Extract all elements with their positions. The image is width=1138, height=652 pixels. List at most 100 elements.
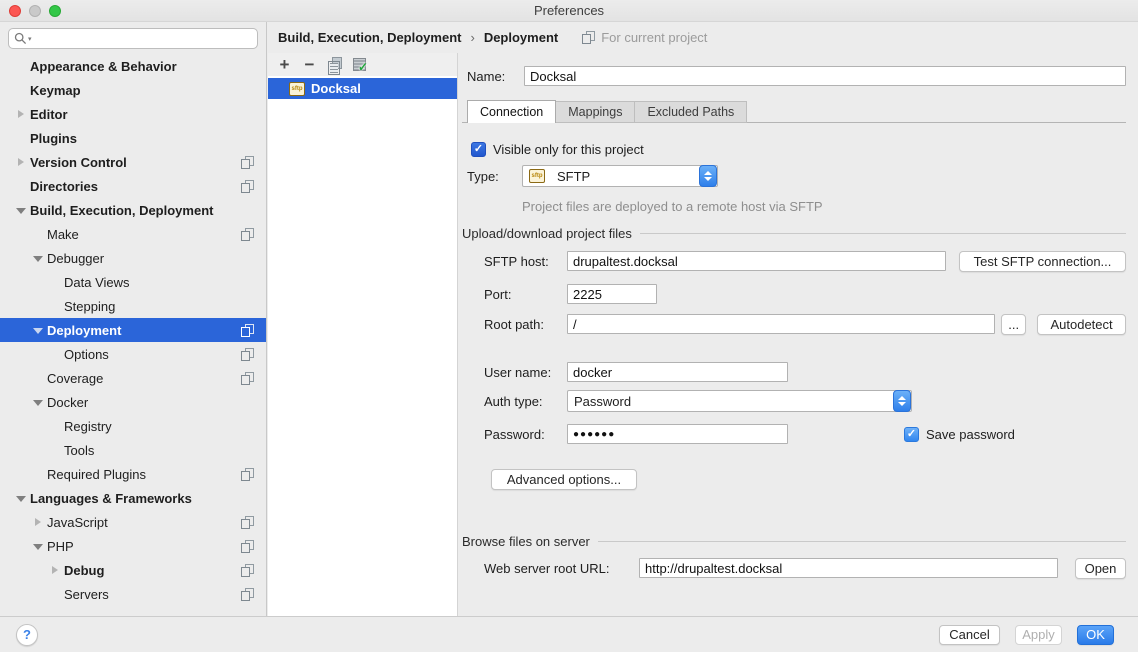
sidebar-item-label: Keymap [30, 83, 81, 98]
breadcrumb-parent[interactable]: Build, Execution, Deployment [278, 30, 461, 45]
sidebar-item-appearance-behavior[interactable]: Appearance & Behavior [0, 54, 266, 78]
advanced-options-button[interactable]: Advanced options... [491, 469, 637, 490]
tree-arrow-icon[interactable] [12, 54, 30, 78]
help-button[interactable]: ? [16, 624, 38, 646]
sidebar-item-javascript[interactable]: JavaScript [0, 510, 266, 534]
web-root-input[interactable] [639, 558, 1058, 578]
name-input[interactable] [524, 66, 1126, 86]
password-input[interactable] [567, 424, 788, 444]
sidebar-item-build-execution-deployment[interactable]: Build, Execution, Deployment [0, 198, 266, 222]
scope-label: For current project [601, 30, 707, 45]
tree-arrow-icon[interactable] [12, 174, 30, 198]
tree-arrow-icon[interactable] [29, 510, 47, 534]
shared-settings-icon [241, 468, 254, 481]
server-list: sftp Docksal [268, 78, 457, 99]
port-input[interactable] [567, 284, 657, 304]
type-hint: Project files are deployed to a remote h… [522, 195, 823, 217]
sidebar-item-editor[interactable]: Editor [0, 102, 266, 126]
sidebar-item-version-control[interactable]: Version Control [0, 150, 266, 174]
root-path-input[interactable] [567, 314, 995, 334]
save-password-label: Save password [926, 427, 1015, 442]
sidebar-item-data-views[interactable]: Data Views [0, 270, 266, 294]
tree-arrow-icon[interactable] [46, 438, 64, 462]
sidebar-item-registry[interactable]: Registry [0, 414, 266, 438]
tree-arrow-icon[interactable] [46, 582, 64, 606]
copy-server-button[interactable] [322, 55, 347, 74]
tree-arrow-icon[interactable] [12, 198, 30, 222]
use-as-default-button[interactable] [347, 55, 372, 74]
sidebar-item-required-plugins[interactable]: Required Plugins [0, 462, 266, 486]
sidebar-item-tools[interactable]: Tools [0, 438, 266, 462]
autodetect-button[interactable]: Autodetect [1037, 314, 1126, 335]
tree-arrow-icon[interactable] [46, 270, 64, 294]
ok-button[interactable]: OK [1077, 625, 1114, 645]
visible-only-checkbox[interactable] [471, 142, 486, 157]
tree-arrow-icon[interactable] [46, 414, 64, 438]
search-history-caret-icon[interactable]: ▾ [28, 35, 32, 43]
sidebar-item-label: Version Control [30, 155, 127, 170]
sidebar-item-debug[interactable]: Debug [0, 558, 266, 582]
sidebar-item-keymap[interactable]: Keymap [0, 78, 266, 102]
search-input[interactable] [35, 30, 252, 47]
search-icon [14, 32, 27, 45]
sftp-host-label: SFTP host: [484, 254, 567, 269]
settings-tree: Appearance & Behavior Keymap Editor Plug… [0, 54, 266, 606]
tree-arrow-icon[interactable] [29, 534, 47, 558]
breadcrumb: Build, Execution, Deployment › Deploymen… [268, 22, 1138, 53]
section-rule [598, 541, 1126, 542]
password-label: Password: [484, 427, 567, 442]
sidebar-item-options[interactable]: Options [0, 342, 266, 366]
type-label: Type: [467, 169, 522, 184]
cancel-button[interactable]: Cancel [939, 625, 1000, 645]
sidebar-item-plugins[interactable]: Plugins [0, 126, 266, 150]
tree-arrow-icon[interactable] [29, 246, 47, 270]
select-stepper-icon [893, 390, 911, 412]
sidebar-item-make[interactable]: Make [0, 222, 266, 246]
sidebar-item-directories[interactable]: Directories [0, 174, 266, 198]
tree-arrow-icon[interactable] [46, 558, 64, 582]
sidebar-item-stepping[interactable]: Stepping [0, 294, 266, 318]
tree-arrow-icon[interactable] [12, 150, 30, 174]
sidebar-item-debugger[interactable]: Debugger [0, 246, 266, 270]
tree-arrow-icon[interactable] [46, 342, 64, 366]
auth-type-row: Auth type: Password [484, 390, 1126, 412]
tab-connection[interactable]: Connection [467, 100, 556, 123]
sidebar-item-label: Debug [64, 563, 104, 578]
auth-type-select[interactable]: Password [567, 390, 912, 412]
server-item-docksal[interactable]: sftp Docksal [268, 78, 457, 99]
sidebar-item-label: Docker [47, 395, 88, 410]
tree-arrow-icon[interactable] [29, 366, 47, 390]
tree-arrow-icon[interactable] [29, 390, 47, 414]
test-sftp-connection-button[interactable]: Test SFTP connection... [959, 251, 1126, 272]
tree-arrow-icon[interactable] [12, 486, 30, 510]
tree-arrow-icon[interactable] [12, 126, 30, 150]
scope-indicator: For current project [582, 30, 707, 45]
sidebar-item-coverage[interactable]: Coverage [0, 366, 266, 390]
tab-mappings[interactable]: Mappings [556, 101, 635, 123]
open-url-button[interactable]: Open [1075, 558, 1126, 579]
save-password-checkbox[interactable] [904, 427, 919, 442]
sidebar-item-languages-frameworks[interactable]: Languages & Frameworks [0, 486, 266, 510]
add-server-button[interactable] [272, 55, 297, 74]
tree-arrow-icon[interactable] [46, 294, 64, 318]
sidebar-item-php[interactable]: PHP [0, 534, 266, 558]
tab-excluded-paths[interactable]: Excluded Paths [635, 101, 747, 123]
sidebar-item-servers[interactable]: Servers [0, 582, 266, 606]
browse-root-path-button[interactable]: ... [1001, 314, 1026, 335]
settings-search-field[interactable]: ▾ [8, 28, 258, 49]
remove-server-button[interactable] [297, 55, 322, 74]
sidebar-item-label: Debugger [47, 251, 104, 266]
tree-arrow-icon[interactable] [12, 102, 30, 126]
tree-arrow-icon[interactable] [12, 78, 30, 102]
tree-arrow-icon[interactable] [29, 318, 47, 342]
tree-arrow-icon[interactable] [29, 462, 47, 486]
type-select[interactable]: sftp SFTP [522, 165, 718, 187]
sidebar-item-docker[interactable]: Docker [0, 390, 266, 414]
type-row: Type: sftp SFTP [467, 165, 1126, 187]
user-name-input[interactable] [567, 362, 788, 382]
root-path-label: Root path: [484, 317, 567, 332]
apply-button[interactable]: Apply [1015, 625, 1062, 645]
tree-arrow-icon[interactable] [29, 222, 47, 246]
sidebar-item-deployment[interactable]: Deployment [0, 318, 266, 342]
sftp-host-input[interactable] [567, 251, 946, 271]
